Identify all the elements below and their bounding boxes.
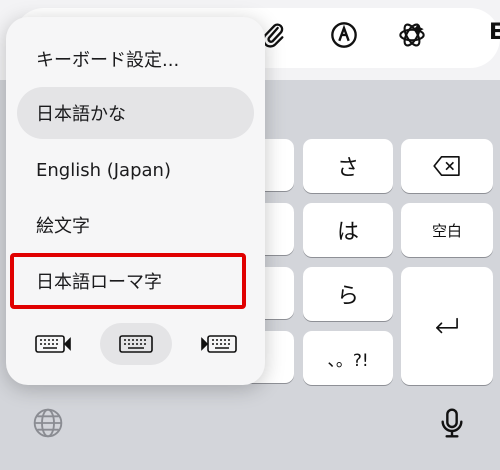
key-punctuation[interactable]: 、。?! [303,331,393,385]
menu-item-keyboard-settings[interactable]: キーボード設定... [6,33,265,85]
sparkle-icon[interactable] [397,20,427,50]
full-keyboard-button[interactable] [100,323,172,365]
globe-button[interactable] [30,405,66,441]
menu-item-emoji[interactable]: 絵文字 [6,199,265,251]
menu-item-japanese-kana[interactable]: 日本語かな [17,87,254,139]
menu-item-japanese-romaji[interactable]: 日本語ローマ字 [10,253,246,309]
microphone-icon [441,408,463,438]
left-handed-keyboard-button[interactable] [32,323,74,365]
space-key[interactable]: 空白 [401,203,493,257]
keyboard-right-icon [201,335,237,353]
return-key[interactable] [401,267,493,385]
return-icon [436,317,458,334]
keyboard-left-icon [35,335,71,353]
toolbar-cut-item[interactable]: E [489,20,500,45]
menu-item-english-japan[interactable]: English (Japan) [6,144,265,196]
right-handed-keyboard-button[interactable] [198,323,240,365]
delete-icon [433,156,460,176]
pen-circle-icon[interactable] [329,20,359,50]
key-ha[interactable]: は [303,203,393,257]
delete-button[interactable] [401,139,493,193]
keyboard-icon [119,335,153,353]
key-ra[interactable]: ら [303,267,393,321]
globe-icon [33,408,63,438]
keyboard-switch-menu: キーボード設定... 日本語かな English (Japan) 絵文字 日本語… [6,17,265,385]
microphone-button[interactable] [434,405,470,441]
key-sa[interactable]: さ [303,139,393,193]
